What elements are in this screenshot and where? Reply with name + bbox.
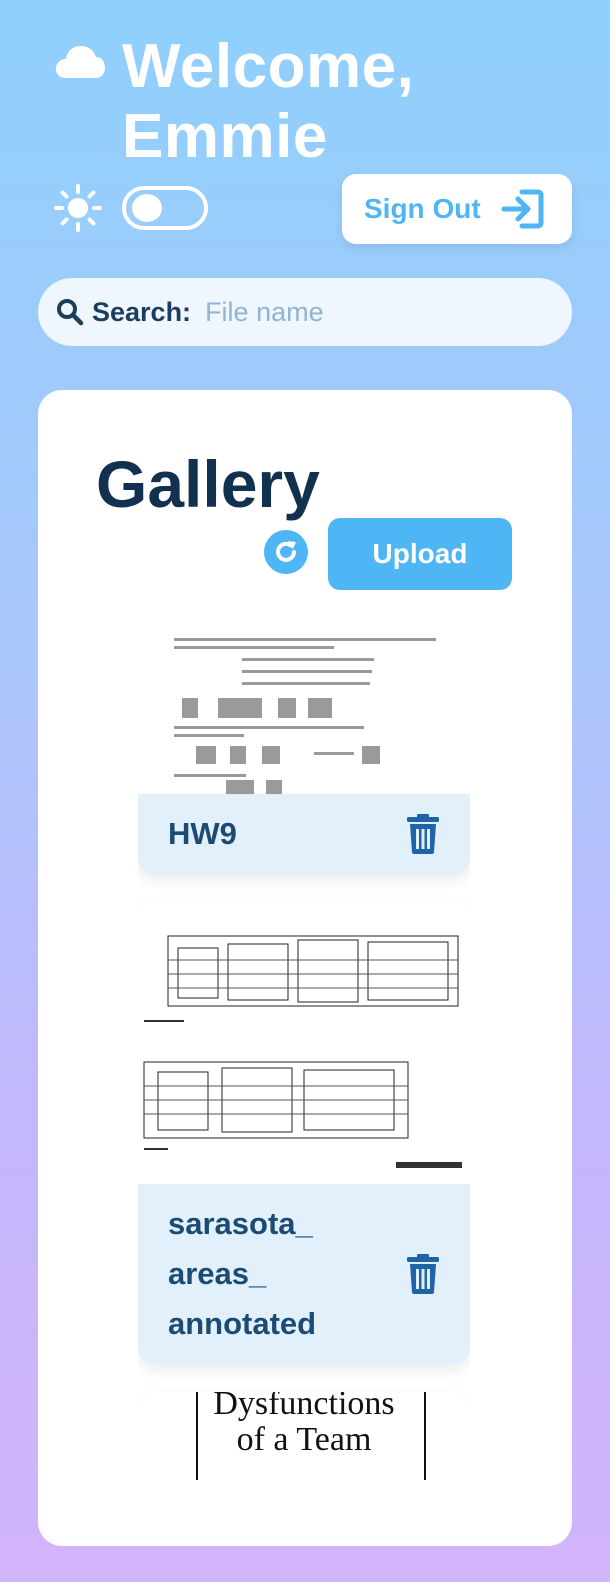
search-icon	[57, 299, 84, 326]
sign-out-label: Sign Out	[364, 193, 481, 224]
gallery-card[interactable]: Dysfunctions of a Team	[138, 1392, 470, 1480]
map-preview-image	[143, 935, 462, 1168]
sign-out-icon	[501, 189, 544, 229]
sun-icon	[54, 184, 102, 232]
welcome-user-name: Emmie	[122, 102, 328, 171]
search-bar: Search:	[38, 278, 572, 346]
welcome-heading: Welcome, Emmie	[122, 32, 414, 172]
card-file-name-line: sarasota_	[168, 1206, 313, 1241]
card-file-name: sarasota_ areas_ annotated	[168, 1199, 316, 1349]
card-thumbnail[interactable]	[138, 630, 470, 794]
refresh-icon[interactable]	[264, 530, 308, 574]
theme-toggle[interactable]	[122, 186, 208, 230]
gallery-card[interactable]: sarasota_ areas_ annotated	[138, 900, 470, 1364]
toggle-knob	[132, 194, 162, 222]
gallery-title: Gallery	[96, 447, 320, 521]
card-thumbnail[interactable]	[138, 900, 470, 1184]
card-file-name-line: areas_	[168, 1256, 267, 1291]
card-file-name: HW9	[168, 816, 237, 851]
gallery-card[interactable]: HW9	[138, 630, 470, 874]
book-cover-title: Dysfunctions of a Team	[138, 1392, 470, 1458]
cloud-icon	[55, 46, 105, 78]
gallery-panel: Gallery Upload HW9 sarasota_ areas_ anno…	[38, 390, 572, 1546]
gallery-list[interactable]: HW9 sarasota_ areas_ annotated Dysfuncti…	[138, 630, 470, 1480]
card-footer: HW9	[138, 794, 470, 874]
trash-icon[interactable]	[406, 1254, 440, 1294]
card-footer: sarasota_ areas_ annotated	[138, 1184, 470, 1364]
search-label: Search:	[92, 296, 192, 327]
welcome-line-1: Welcome,	[122, 32, 415, 101]
search-input[interactable]	[205, 296, 506, 328]
trash-icon[interactable]	[406, 814, 440, 854]
sign-out-button[interactable]: Sign Out	[342, 174, 572, 244]
book-cover-title-line: of a Team	[236, 1421, 372, 1458]
book-cover-title-line: Dysfunctions	[213, 1392, 395, 1422]
document-preview-image	[174, 638, 436, 794]
upload-button[interactable]: Upload	[328, 518, 512, 590]
card-thumbnail[interactable]: Dysfunctions of a Team	[138, 1392, 470, 1480]
card-file-name-line: annotated	[168, 1306, 317, 1341]
